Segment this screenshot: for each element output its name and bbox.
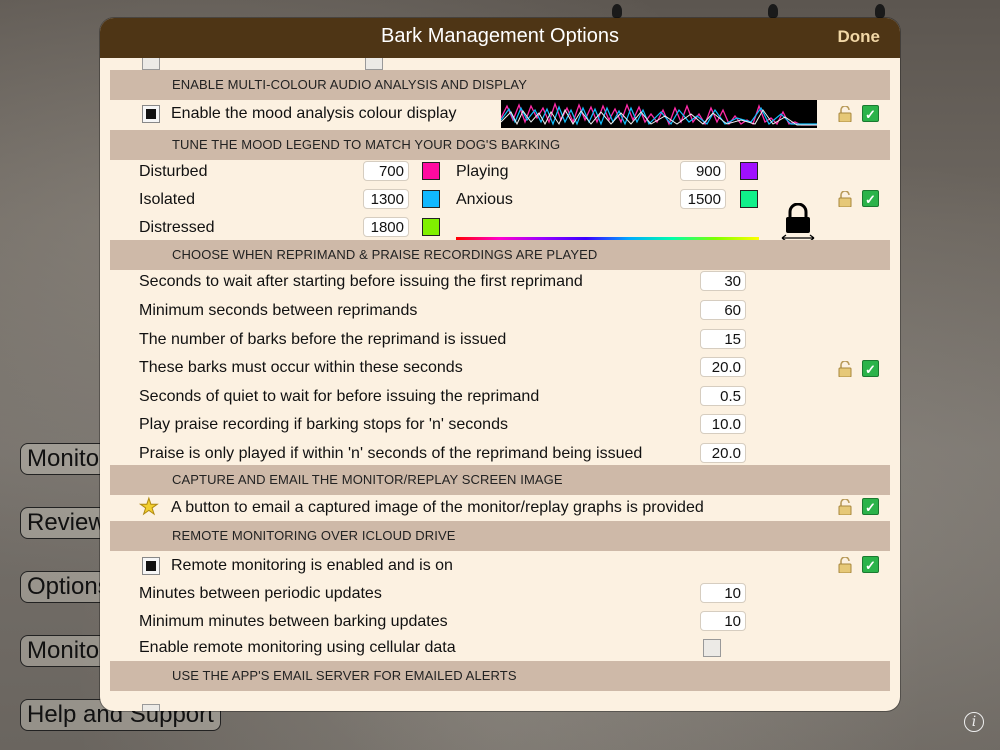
setting-label: Seconds of quiet to wait for before issu… — [139, 388, 540, 405]
bird-silhouette — [875, 4, 885, 18]
enabled-check-icon[interactable]: ✓ — [862, 498, 879, 515]
setting-value-field[interactable]: 60 — [700, 300, 746, 320]
bird-silhouette — [768, 4, 778, 18]
section-header-mood-legend: TUNE THE MOOD LEGEND TO MATCH YOUR DOG'S… — [110, 130, 890, 160]
mood-label-playing: Playing — [456, 163, 509, 180]
disturbed-value-field[interactable]: 700 — [363, 161, 409, 181]
enabled-check-icon[interactable]: ✓ — [862, 105, 879, 122]
mood-display-label: Enable the mood analysis colour display — [171, 105, 457, 122]
playing-color-swatch[interactable] — [740, 162, 758, 180]
mood-label-distressed: Distressed — [139, 219, 215, 236]
setting-value-field[interactable]: 0.5 — [700, 386, 746, 406]
setting-label: Minimum seconds between reprimands — [139, 302, 418, 319]
anxious-color-swatch[interactable] — [740, 190, 758, 208]
setting-label: These barks must occur within these seco… — [139, 359, 463, 376]
setting-value-field[interactable]: 10.0 — [700, 414, 746, 434]
cellular-checkbox[interactable] — [703, 639, 721, 657]
bg-review-button[interactable]: Review — [20, 507, 113, 539]
setting-label: The number of barks before the reprimand… — [139, 331, 507, 348]
options-scroll-content[interactable]: ENABLE MULTI-COLOUR AUDIO ANALYSIS AND D… — [100, 58, 900, 711]
enabled-check-icon[interactable]: ✓ — [862, 190, 879, 207]
setting-value-field[interactable]: 15 — [700, 329, 746, 349]
section-header-capture: CAPTURE AND EMAIL THE MONITOR/REPLAY SCR… — [110, 465, 890, 495]
section-header-email: USE THE APP'S EMAIL SERVER FOR EMAILED A… — [110, 661, 890, 691]
capture-label: A button to email a captured image of th… — [171, 499, 704, 516]
mood-label-disturbed: Disturbed — [139, 163, 208, 180]
isolated-value-field[interactable]: 1300 — [363, 189, 409, 209]
anxious-value-field[interactable]: 1500 — [680, 189, 726, 209]
unlock-icon[interactable] — [838, 106, 852, 122]
mood-display-checkbox[interactable] — [142, 105, 160, 123]
checkbox-cutoff[interactable] — [365, 58, 383, 70]
unlock-icon[interactable] — [838, 361, 852, 377]
section-header-reprimand: CHOOSE WHEN REPRIMAND & PRAISE RECORDING… — [110, 240, 890, 270]
setting-value-field[interactable]: 20.0 — [700, 357, 746, 377]
done-button[interactable]: Done — [838, 28, 881, 46]
unlock-icon[interactable] — [838, 499, 852, 515]
setting-label: Seconds to wait after starting before is… — [139, 273, 583, 290]
setting-value-field[interactable]: 30 — [700, 271, 746, 291]
mood-label-anxious: Anxious — [456, 191, 513, 208]
barking-updates-field[interactable]: 10 — [700, 611, 746, 631]
periodic-updates-field[interactable]: 10 — [700, 583, 746, 603]
setting-label: Praise is only played if within 'n' seco… — [139, 445, 643, 462]
remote-monitoring-checkbox[interactable] — [142, 557, 160, 575]
cellular-label: Enable remote monitoring using cellular … — [139, 639, 456, 656]
remote-enabled-label: Remote monitoring is enabled and is on — [171, 557, 453, 574]
checkbox-cutoff[interactable] — [142, 704, 160, 711]
bark-options-modal: Bark Management Options Done ENABLE MULT… — [100, 18, 900, 711]
distressed-color-swatch[interactable] — [422, 218, 440, 236]
unlock-icon[interactable] — [838, 191, 852, 207]
enabled-check-icon[interactable]: ✓ — [862, 360, 879, 377]
enabled-check-icon[interactable]: ✓ — [862, 556, 879, 573]
star-icon: ★ — [139, 494, 160, 519]
checkbox-cutoff[interactable] — [142, 58, 160, 70]
barking-updates-label: Minimum minutes between barking updates — [139, 613, 448, 630]
section-header-remote: REMOTE MONITORING OVER ICLOUD DRIVE — [110, 521, 890, 551]
section-header-multicolour: ENABLE MULTI-COLOUR AUDIO ANALYSIS AND D… — [110, 70, 890, 100]
lock-icon[interactable] — [780, 203, 816, 243]
isolated-color-swatch[interactable] — [422, 190, 440, 208]
modal-header: Bark Management Options Done — [100, 18, 900, 58]
audio-waveform-preview — [500, 100, 817, 128]
setting-value-field[interactable]: 20.0 — [700, 443, 746, 463]
playing-value-field[interactable]: 900 — [680, 161, 726, 181]
unlock-icon[interactable] — [838, 557, 852, 573]
setting-label: Play praise recording if barking stops f… — [139, 416, 508, 433]
modal-title: Bark Management Options — [381, 25, 619, 47]
disturbed-color-swatch[interactable] — [422, 162, 440, 180]
periodic-updates-label: Minutes between periodic updates — [139, 585, 382, 602]
info-icon[interactable]: i — [964, 712, 984, 732]
bird-silhouette — [612, 4, 622, 18]
mood-label-isolated: Isolated — [139, 191, 196, 208]
distressed-value-field[interactable]: 1800 — [363, 217, 409, 237]
